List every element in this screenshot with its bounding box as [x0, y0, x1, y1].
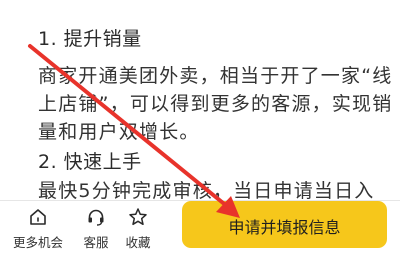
tab-more-opportunities[interactable]: 更多机会	[10, 207, 66, 251]
paragraph-line: 最快5分钟完成审核，当日申请当日入	[38, 180, 375, 200]
paragraph-line: 商家开通美团外卖，相当于开了一家“线	[38, 65, 393, 87]
section-heading-quick-start: 2. 快速上手	[38, 151, 142, 173]
star-icon	[129, 208, 147, 226]
article-content: 1. 提升销量 商家开通美团外卖，相当于开了一家“线 上店铺”，可以得到更多的客…	[0, 0, 400, 200]
headset-icon	[88, 209, 104, 226]
apply-button-label: 申请并填报信息	[228, 218, 341, 237]
tab-label: 收藏	[125, 235, 151, 250]
paragraph-line: 量和用户双增长。	[38, 121, 200, 143]
tab-label: 更多机会	[12, 235, 63, 250]
apply-and-fill-info-button[interactable]: 申请并填报信息	[182, 201, 387, 248]
tab-favorites[interactable]: 收藏	[110, 207, 166, 251]
paragraph-line: 上店铺”，可以得到更多的客源，实现销	[38, 93, 393, 115]
section-heading-boost-sales: 1. 提升销量	[38, 28, 142, 50]
home-icon	[30, 209, 46, 225]
